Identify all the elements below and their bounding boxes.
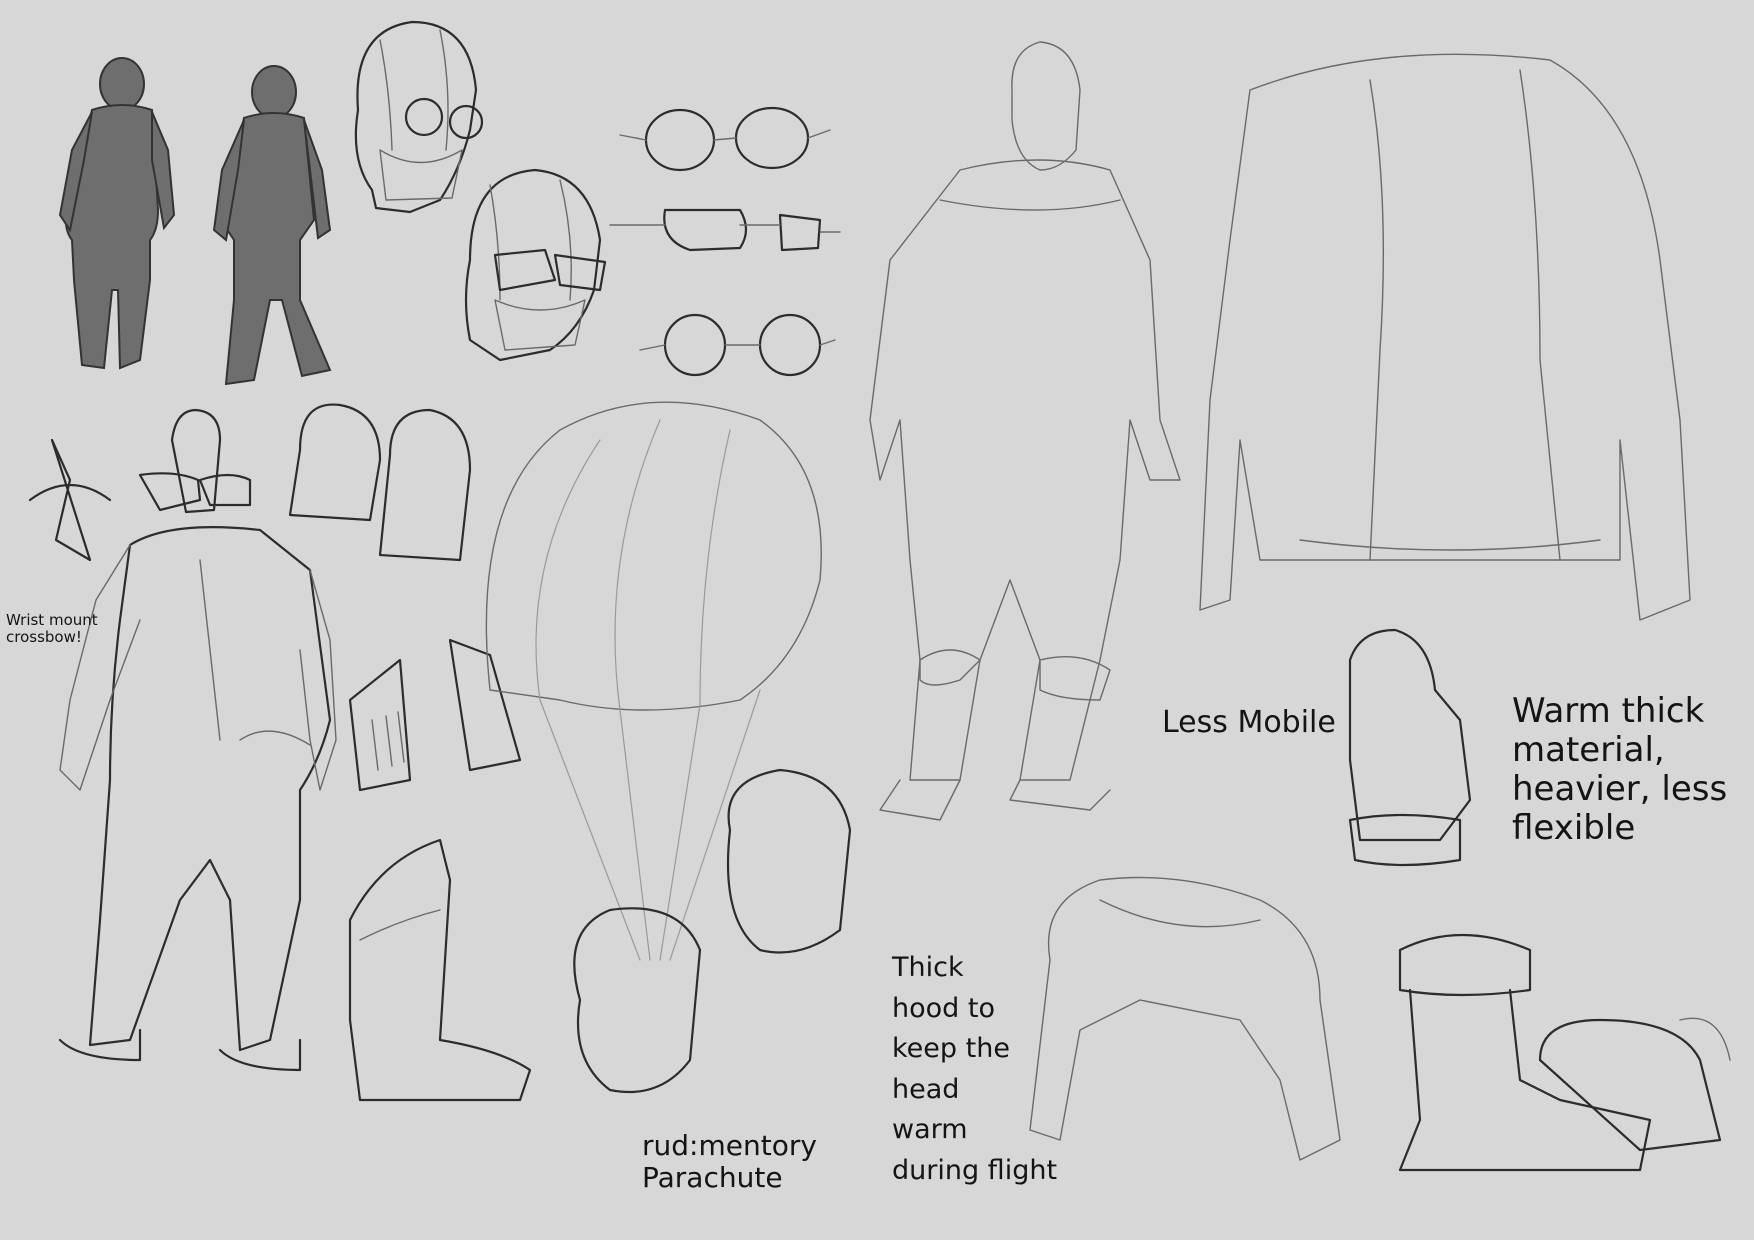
note-parachute: rud:mentory Parachute <box>642 1129 817 1195</box>
silhouette-back <box>212 65 332 386</box>
mitten-sketch <box>1348 628 1472 867</box>
sketch-drawings <box>28 20 1731 1172</box>
gauntlet-sketches <box>288 403 522 792</box>
note-warm-material: Warm thick material, heavier, less flexi… <box>1512 691 1728 849</box>
tall-boot-sketch <box>348 838 532 1102</box>
head-goggles-sketch-1 <box>354 20 484 214</box>
character-winter-coat-sketch <box>869 41 1181 821</box>
note-wrist-crossbow: Wrist mount crossbow! <box>6 611 98 647</box>
note-thick-hood: Thick hood to keep the head warm during … <box>892 952 1058 1186</box>
heavy-coat-sketch <box>1199 53 1691 621</box>
goggles-designs <box>609 106 841 377</box>
head-goggles-sketch-2 <box>464 168 607 362</box>
silhouette-front <box>58 57 176 370</box>
concept-sketch-sheet: Wrist mount crossbow! rud:mentory Parach… <box>0 0 1754 1240</box>
parachute-sketch <box>485 401 852 1094</box>
fur-boots-sketch <box>1398 933 1731 1172</box>
hood-sketch <box>1029 876 1341 1161</box>
note-less-mobile: Less Mobile <box>1162 705 1336 740</box>
